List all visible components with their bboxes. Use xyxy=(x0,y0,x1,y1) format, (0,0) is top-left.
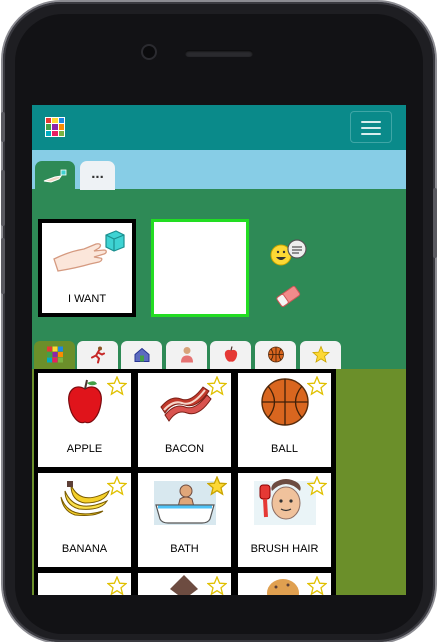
volume-up-button xyxy=(1,170,5,226)
person-icon xyxy=(178,345,196,366)
favorite-star-icon[interactable] xyxy=(307,576,327,595)
apple-icon xyxy=(223,345,239,366)
favorite-star-icon[interactable] xyxy=(207,376,227,396)
sentence-word-label: I WANT xyxy=(67,293,107,305)
symbol-grid: APPLE BACON BALL BANANA BATH BRUSH HAIR xyxy=(34,369,336,595)
hamburger-menu-button[interactable] xyxy=(350,111,392,143)
symbol-tile-apple[interactable]: APPLE xyxy=(38,373,131,467)
symbol-tile-partial[interactable] xyxy=(238,573,331,595)
empty-sentence-slot[interactable] xyxy=(151,219,249,317)
category-tab-actions[interactable] xyxy=(77,341,118,370)
tile-label: APPLE xyxy=(66,443,103,455)
category-tab-food[interactable] xyxy=(210,341,251,370)
favorite-star-icon[interactable] xyxy=(107,576,127,595)
favorite-star-icon[interactable] xyxy=(207,576,227,595)
favorite-star-icon[interactable] xyxy=(307,476,327,496)
power-button xyxy=(433,188,437,258)
tile-label: BALL xyxy=(271,443,298,455)
running-person-icon xyxy=(89,345,107,366)
star-icon xyxy=(311,344,330,366)
front-camera xyxy=(143,46,155,58)
favorite-star-icon[interactable] xyxy=(207,476,227,496)
symbol-tile-bacon[interactable]: BACON xyxy=(138,373,231,467)
menu-bar-icon xyxy=(361,127,381,129)
app-header xyxy=(32,105,406,150)
tile-label: BATH xyxy=(170,543,199,555)
eraser-icon[interactable] xyxy=(273,281,303,311)
favorite-star-icon[interactable] xyxy=(107,476,127,496)
board-tab-strip: ... xyxy=(32,150,406,190)
earpiece-speaker xyxy=(185,50,253,57)
category-tab-people[interactable] xyxy=(166,341,207,370)
hand-reaching-cube-icon xyxy=(53,230,125,272)
ball-icon xyxy=(260,378,309,426)
tab-more[interactable]: ... xyxy=(80,161,115,190)
symbol-tile-banana[interactable]: BANANA xyxy=(38,473,131,567)
mute-switch xyxy=(1,112,5,142)
apple-icon xyxy=(67,379,102,424)
category-tab-bar xyxy=(32,338,406,370)
volume-down-button xyxy=(1,238,5,294)
symbol-tile-partial[interactable] xyxy=(38,573,131,595)
grid-icon xyxy=(46,346,63,365)
category-tab-toys[interactable] xyxy=(255,341,296,370)
tile-label: BANANA xyxy=(61,543,108,555)
category-tab-favorites[interactable] xyxy=(300,341,341,370)
menu-bar-icon xyxy=(361,133,381,135)
app-screen: ... I WANT APPLE BACON BALL BANANA BATH … xyxy=(32,105,406,595)
symbol-tile-partial[interactable] xyxy=(138,573,231,595)
menu-bar-icon xyxy=(361,121,381,123)
symbol-tile-bath[interactable]: BATH xyxy=(138,473,231,567)
category-tab-all[interactable] xyxy=(34,341,75,370)
bacon-icon xyxy=(159,386,212,422)
house-icon xyxy=(133,345,151,366)
symbol-tile-ball[interactable]: BALL xyxy=(238,373,331,467)
app-logo-icon[interactable] xyxy=(45,117,65,137)
category-tab-places[interactable] xyxy=(121,341,162,370)
sentence-word-card[interactable]: I WANT xyxy=(38,219,136,317)
banana-icon xyxy=(60,481,110,516)
hand-reach-icon xyxy=(43,169,67,183)
tab-sentence[interactable] xyxy=(35,161,75,190)
favorite-star-icon[interactable] xyxy=(307,376,327,396)
tile-label: BACON xyxy=(164,443,205,455)
speak-icon[interactable] xyxy=(268,238,310,268)
cookie-icon xyxy=(267,579,299,595)
favorite-star-icon[interactable] xyxy=(107,376,127,396)
tile-label: BRUSH HAIR xyxy=(250,543,319,555)
chocolate-icon xyxy=(170,575,198,595)
symbol-tile-brush-hair[interactable]: BRUSH HAIR xyxy=(238,473,331,567)
category-content-panel: APPLE BACON BALL BANANA BATH BRUSH HAIR xyxy=(32,369,406,595)
ball-icon xyxy=(267,345,285,366)
